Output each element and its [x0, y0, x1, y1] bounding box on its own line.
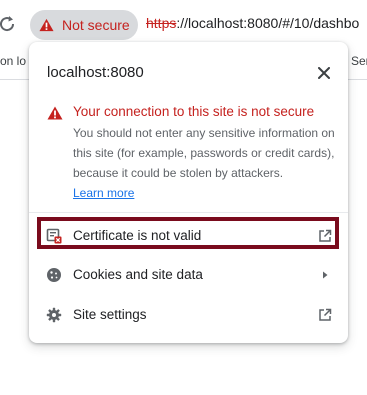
- cookie-icon: [47, 268, 61, 282]
- learn-more-link[interactable]: Learn more: [73, 186, 134, 200]
- chevron-right-icon: [323, 271, 328, 279]
- warning-icon: [39, 18, 54, 32]
- open-external-icon: [319, 308, 332, 321]
- security-warning-text: You should not enter any sensitive infor…: [73, 126, 335, 180]
- warning-icon: [47, 106, 63, 120]
- site-settings-row[interactable]: Site settings: [29, 295, 348, 335]
- security-warning-body: You should not enter any sensitive infor…: [73, 123, 335, 203]
- certificate-error-icon: [46, 228, 62, 244]
- certificate-row[interactable]: Certificate is not valid: [29, 216, 348, 256]
- cookies-row[interactable]: Cookies and site data: [29, 255, 348, 295]
- address-bar-url[interactable]: https://localhost:8080/#/10/dashbo: [146, 15, 359, 31]
- bookmark-item[interactable]: on lo: [0, 54, 26, 68]
- browser-toolbar: Not secure https://localhost:8080/#/10/d…: [0, 0, 367, 48]
- close-button[interactable]: [314, 63, 334, 83]
- security-chip-label: Not secure: [62, 17, 130, 33]
- gear-icon: [46, 307, 62, 323]
- security-warning-heading: Your connection to this site is not secu…: [73, 104, 315, 119]
- reload-icon[interactable]: [0, 15, 14, 33]
- row-label: Site settings: [73, 307, 147, 322]
- browser-window: Not secure https://localhost:8080/#/10/d…: [0, 0, 367, 395]
- row-label: Certificate is not valid: [73, 228, 202, 243]
- bookmark-item[interactable]: Ser: [351, 54, 367, 68]
- divider: [29, 212, 348, 213]
- open-external-icon: [319, 229, 332, 242]
- popup-title: localhost:8080: [47, 64, 144, 81]
- url-path: ://localhost:8080/#/10/dashbo: [176, 15, 360, 31]
- close-icon: [318, 67, 330, 79]
- row-label: Cookies and site data: [73, 267, 203, 282]
- security-chip[interactable]: Not secure: [30, 10, 138, 40]
- site-info-popup: localhost:8080 Your connection to this s…: [29, 42, 348, 343]
- url-scheme: https: [146, 15, 177, 31]
